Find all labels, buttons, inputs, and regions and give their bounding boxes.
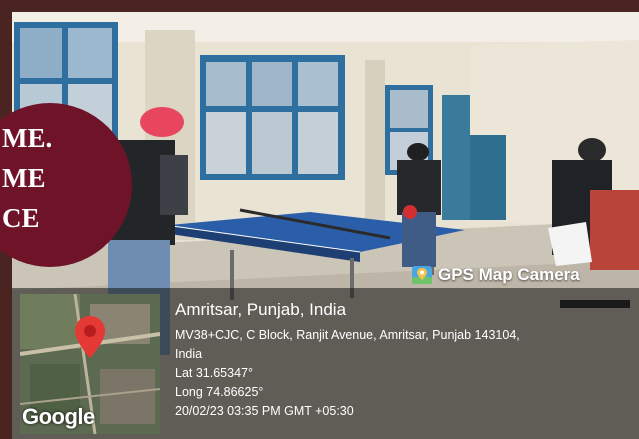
map-thumbnail: Google: [20, 294, 160, 434]
longitude-label: Long 74.86625°: [175, 385, 264, 399]
banner-line: ME.: [2, 123, 53, 153]
gps-info-panel: Google Amritsar, Punjab, India MV38+CJC,…: [12, 288, 639, 439]
address-line: India: [175, 347, 203, 361]
map-pin-icon: [412, 266, 432, 284]
location-details: Amritsar, Punjab, India MV38+CJC, C Bloc…: [175, 300, 520, 421]
timestamp-label: 20/02/23 03:35 PM GMT +05:30: [175, 404, 354, 418]
address-line: MV38+CJC, C Block, Ranjit Avenue, Amrits…: [175, 328, 520, 342]
google-logo: Google: [22, 404, 95, 429]
photo-frame: ME. ME CE GPS Map Camera Google Amritsar…: [0, 0, 639, 439]
latitude-label: Lat 31.65347°: [175, 366, 253, 380]
banner-text: ME. ME CE: [0, 118, 96, 238]
location-pin-icon: [75, 316, 105, 358]
gps-title-label: GPS Map Camera: [438, 265, 580, 284]
banner-line: CE: [2, 203, 40, 233]
gps-camera-title: GPS Map Camera: [412, 262, 580, 288]
banner-line: ME: [2, 163, 46, 193]
place-name: Amritsar, Punjab, India: [175, 300, 347, 319]
